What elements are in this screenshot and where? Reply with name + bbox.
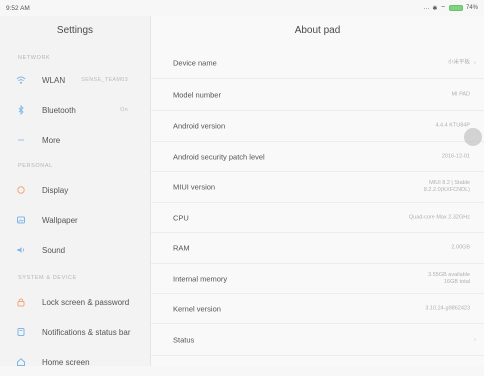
about-pad-panel: About pad Device name 小米平板 › Model numbe… — [151, 16, 484, 366]
signal-dots-icon: … — [423, 5, 430, 11]
sidebar-item-wlan[interactable]: WLAN SENSE_TEAM03 — [0, 66, 150, 94]
sidebar-item-label: Display — [42, 185, 69, 195]
section-personal: PERSONAL — [18, 163, 53, 169]
page-title: About pad — [294, 25, 341, 36]
row-value: 4.4.4 KTU84P — [435, 122, 470, 129]
row-label: Model number — [173, 90, 221, 99]
row-label: RAM — [173, 243, 190, 253]
sidebar-item-display[interactable]: Display — [0, 176, 150, 204]
row-label: Device name — [173, 58, 217, 67]
settings-sidebar: Settings NETWORK WLAN SENSE_TEAM03 Bluet… — [0, 16, 151, 367]
row-android-version[interactable]: Android version 4.4.4 KTU84P — [151, 111, 484, 142]
row-device-name[interactable]: Device name 小米平板 › — [151, 47, 484, 79]
row-value: 小米平板 — [447, 59, 470, 65]
row-label: Status — [173, 335, 195, 344]
sidebar-item-label: Wallpaper — [42, 215, 78, 225]
bluetooth-status-icon: ✱ — [432, 5, 438, 12]
row-value: 3.55GB available — [428, 271, 470, 278]
row-ram: RAM 2.00GB — [151, 233, 484, 264]
row-status[interactable]: Status › — [151, 324, 484, 356]
status-bar: 9:52 AM … ✱ ⌔ 74% — [0, 0, 484, 16]
row-label: Android security patch level — [173, 152, 265, 161]
wallpaper-icon — [16, 215, 26, 225]
sidebar-item-bluetooth[interactable]: Bluetooth On — [0, 96, 150, 124]
row-value: 2.00GB — [451, 244, 470, 251]
row-kernel-version: Kernel version 3.10.24-g9862423 — [151, 294, 484, 324]
row-value: 3.10.24-g9862423 — [425, 305, 470, 311]
wifi-status-icon: ⌔ — [440, 6, 446, 12]
row-label: CPU — [173, 213, 189, 222]
display-icon — [16, 185, 26, 195]
wifi-icon — [16, 75, 26, 85]
sidebar-item-notifications[interactable]: Notifications & status bar — [0, 318, 150, 346]
more-icon — [16, 135, 26, 145]
row-label: Android version — [173, 121, 226, 131]
sidebar-item-label: Sound — [42, 245, 66, 255]
sidebar-item-label: Home screen — [42, 357, 90, 367]
sidebar-item-wallpaper[interactable]: Wallpaper — [0, 206, 150, 234]
sidebar-item-sound[interactable]: Sound — [0, 236, 150, 264]
row-value-secondary: 8.2.2.0(KXFCNDL) — [423, 187, 470, 193]
sidebar-item-label: WLAN — [42, 75, 66, 85]
sound-icon — [16, 245, 26, 255]
lock-icon — [16, 297, 26, 307]
row-value-multiline: MIUI 8.2 | Stable 8.2.2.0(KXFCNDL) — [424, 180, 470, 194]
row-value: 2016-12-01 — [441, 153, 470, 159]
sidebar-item-lock-screen[interactable]: Lock screen & password — [0, 288, 150, 316]
row-value: Quad-core Max 2.32GHz — [408, 214, 470, 220]
row-miui-version[interactable]: MIUI version MIUI 8.2 | Stable 8.2.2.0(KX… — [151, 172, 484, 203]
chevron-right-icon: › — [473, 59, 476, 66]
sidebar-item-home-screen[interactable]: Home screen — [0, 348, 150, 376]
row-value: MIUI 8.2 | Stable — [429, 180, 470, 186]
battery-percent: 74% — [465, 5, 478, 11]
row-value: MI PAD — [451, 91, 470, 97]
touch-indicator — [464, 128, 482, 146]
row-value-multiline: 3.55GB available 16GB total — [428, 272, 470, 286]
wlan-network-name: SENSE_TEAM03 — [81, 77, 128, 83]
row-value-secondary: 16GB total — [444, 278, 470, 285]
sidebar-item-label: Lock screen & password — [42, 297, 130, 307]
row-security-patch: Android security patch level 2016-12-01 — [151, 142, 484, 172]
sidebar-item-label: More — [42, 135, 61, 145]
chevron-right-icon: › — [473, 336, 476, 343]
row-label: Internal memory — [173, 274, 228, 283]
section-system-device: SYSTEM & DEVICE — [18, 275, 77, 281]
row-model-number: Model number MI PAD — [151, 79, 484, 111]
row-cpu: CPU Quad-core Max 2.32GHz — [151, 203, 484, 233]
battery-icon — [448, 5, 463, 11]
row-label: MIUI version — [173, 182, 216, 192]
status-icons: … ✱ ⌔ 74% — [423, 4, 478, 12]
sidebar-item-label: Bluetooth — [42, 105, 76, 115]
bluetooth-state: On — [120, 107, 128, 113]
sidebar-item-more[interactable]: More — [0, 126, 150, 154]
sidebar-title: Settings — [56, 25, 94, 36]
bluetooth-icon — [16, 105, 26, 115]
row-internal-memory: Internal memory 3.55GB available 16GB tot… — [151, 264, 484, 294]
row-label: Kernel version — [173, 304, 221, 313]
status-time: 9:52 AM — [6, 5, 30, 12]
sidebar-item-label: Notifications & status bar — [42, 327, 131, 337]
section-network: NETWORK — [18, 55, 51, 61]
notification-icon — [16, 327, 26, 337]
